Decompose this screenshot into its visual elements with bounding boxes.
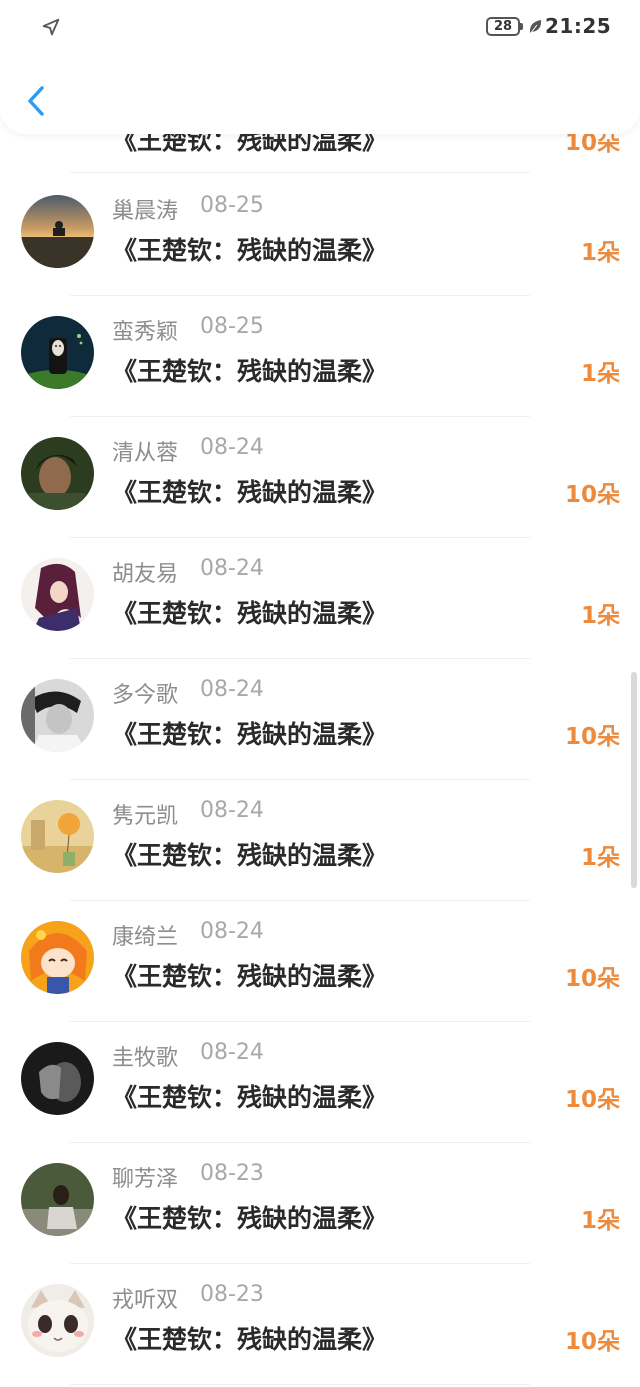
item-amount: 1朵 (580, 240, 620, 266)
avatar[interactable] (21, 800, 94, 873)
list-item[interactable]: 圭牧歌 08-24 《王楚钦：残缺的温柔》 10朵 (0, 1022, 640, 1143)
user-name[interactable]: 圭牧歌 (112, 1040, 178, 1072)
battery-indicator: 28 (486, 17, 520, 36)
item-title: 《王楚钦：残缺的温柔》 (112, 841, 388, 870)
user-name[interactable]: 聊芳泽 (112, 1161, 178, 1193)
clock: 21:25 (545, 14, 612, 38)
sunset-rider-image (21, 195, 94, 268)
item-amount: 10朵 (564, 1087, 620, 1113)
masked-figure-image (21, 316, 94, 389)
item-date: 08-24 (200, 435, 264, 460)
user-name[interactable]: 巢晨涛 (112, 193, 178, 225)
item-date: 08-24 (200, 677, 264, 702)
anime-warrior-image (21, 558, 94, 631)
chevron-left-icon (28, 86, 44, 116)
bw-boy-image (21, 679, 94, 752)
status-bar: 28 21:25 (0, 0, 640, 56)
item-date: 08-25 (200, 193, 264, 218)
user-name[interactable]: 康绮兰 (112, 919, 178, 951)
item-date: 08-23 (200, 1161, 264, 1186)
user-name[interactable]: 隽元凯 (112, 798, 178, 830)
cat-image (21, 1284, 94, 1357)
list-item[interactable]: 胡友易 08-24 《王楚钦：残缺的温柔》 1朵 (0, 538, 640, 659)
cartoon-girl-image (21, 921, 94, 994)
avatar[interactable] (21, 316, 94, 389)
list-item[interactable]: 蛮秀颖 08-25 《王楚钦：残缺的温柔》 1朵 (0, 296, 640, 417)
item-title: 《王楚钦：残缺的温柔》 (112, 357, 388, 386)
dark-hand-image (21, 1042, 94, 1115)
user-name[interactable]: 多今歌 (112, 677, 178, 709)
item-title: 《王楚钦：残缺的温柔》 (112, 720, 388, 749)
location-arrow-icon (42, 18, 60, 36)
item-date: 08-24 (200, 1040, 264, 1065)
avatar[interactable] (21, 1163, 94, 1236)
list-item[interactable]: 巢晨涛 08-25 《王楚钦：残缺的温柔》 1朵 (0, 175, 640, 296)
avatar[interactable] (21, 195, 94, 268)
item-amount: 1朵 (580, 361, 620, 387)
avatar[interactable] (21, 1042, 94, 1115)
item-date: 08-24 (200, 798, 264, 823)
item-title: 《王楚钦：残缺的温柔》 (112, 478, 388, 507)
item-amount: 10朵 (564, 966, 620, 992)
user-name[interactable]: 戎听双 (112, 1282, 178, 1314)
reward-list-page: 《王楚钦：残缺的温柔》 10朵 巢晨涛 08-25 《王楚钦：残缺的温柔》 1朵… (0, 0, 640, 1387)
woman-portrait-image (21, 437, 94, 510)
avatar[interactable] (21, 679, 94, 752)
list-item[interactable]: 戎听双 08-23 《王楚钦：残缺的温柔》 10朵 (0, 1264, 640, 1385)
item-title: 《王楚钦：残缺的温柔》 (112, 962, 388, 991)
avatar[interactable] (21, 437, 94, 510)
item-title: 《王楚钦：残缺的温柔》 (112, 1325, 388, 1354)
leaf-icon (529, 20, 542, 35)
item-date: 08-24 (200, 919, 264, 944)
item-amount: 1朵 (580, 603, 620, 629)
user-name[interactable]: 蛮秀颖 (112, 314, 178, 346)
back-button[interactable] (18, 80, 54, 122)
list-item[interactable]: 清从蓉 08-24 《王楚钦：残缺的温柔》 10朵 (0, 417, 640, 538)
user-name[interactable]: 胡友易 (112, 556, 178, 588)
item-date: 08-23 (200, 1282, 264, 1307)
user-name[interactable]: 清从蓉 (112, 435, 178, 467)
scrollbar[interactable] (631, 672, 637, 888)
item-amount: 10朵 (564, 1329, 620, 1355)
item-amount: 1朵 (580, 845, 620, 871)
divider (70, 1384, 530, 1385)
item-title: 《王楚钦：残缺的温柔》 (112, 1204, 388, 1233)
item-title: 《王楚钦：残缺的温柔》 (112, 1083, 388, 1112)
girl-outdoors-image (21, 1163, 94, 1236)
item-title: 《王楚钦：残缺的温柔》 (112, 599, 388, 628)
avatar[interactable] (21, 921, 94, 994)
item-date: 08-25 (200, 314, 264, 339)
item-amount: 10朵 (564, 724, 620, 750)
item-date: 08-24 (200, 556, 264, 581)
list-item[interactable]: 聊芳泽 08-23 《王楚钦：残缺的温柔》 1朵 (0, 1143, 640, 1264)
balloon-room-image (21, 800, 94, 873)
list-item[interactable]: 隽元凯 08-24 《王楚钦：残缺的温柔》 1朵 (0, 780, 640, 901)
avatar[interactable] (21, 1284, 94, 1357)
item-title: 《王楚钦：残缺的温柔》 (112, 236, 388, 265)
divider (70, 172, 530, 173)
item-amount: 10朵 (564, 482, 620, 508)
item-amount: 1朵 (580, 1208, 620, 1234)
battery-tip (520, 23, 523, 30)
top-bar: 28 21:25 (0, 0, 640, 134)
list-item[interactable]: 康绮兰 08-24 《王楚钦：残缺的温柔》 10朵 (0, 901, 640, 1022)
list-item[interactable]: 多今歌 08-24 《王楚钦：残缺的温柔》 10朵 (0, 659, 640, 780)
avatar[interactable] (21, 558, 94, 631)
